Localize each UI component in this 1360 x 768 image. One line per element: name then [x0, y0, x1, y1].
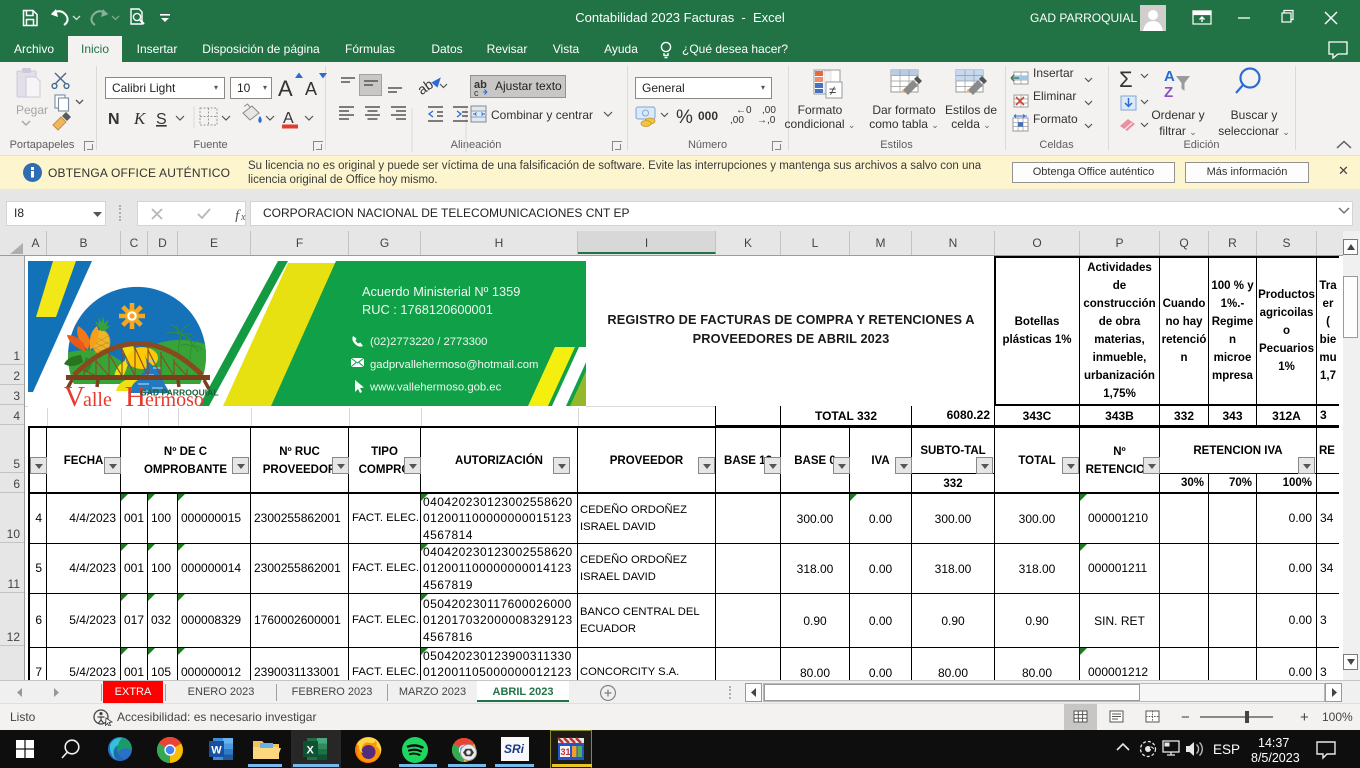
svg-text:(02)2773220 / 2773300: (02)2773220 / 2773300: [370, 336, 487, 348]
svg-text:≠: ≠: [829, 83, 836, 98]
svg-text:GAD PARROQUIAL: GAD PARROQUIAL: [140, 388, 219, 398]
svg-text:K: K: [133, 109, 147, 128]
svg-text:W: W: [211, 745, 222, 757]
svg-text:SRi: SRi: [504, 742, 525, 756]
svg-text:c: c: [474, 88, 479, 98]
svg-text:8/5/2023: 8/5/2023: [1251, 751, 1300, 765]
svg-text:→,0: →,0: [757, 115, 776, 126]
svg-text:ESP: ESP: [1213, 742, 1240, 757]
svg-text:A: A: [278, 76, 293, 101]
svg-text:S: S: [156, 111, 167, 128]
svg-text:gadprvallehermoso@hotmail.com: gadprvallehermoso@hotmail.com: [370, 359, 538, 371]
svg-text:alle: alle: [83, 389, 112, 408]
svg-text:14:37: 14:37: [1258, 736, 1289, 750]
svg-text:%: %: [676, 107, 693, 128]
svg-text:31: 31: [561, 747, 571, 757]
svg-text:,00: ,00: [730, 115, 744, 126]
svg-text:A: A: [305, 79, 317, 99]
svg-text:A: A: [1164, 68, 1175, 85]
svg-text:000: 000: [698, 109, 718, 123]
svg-text:V: V: [64, 381, 85, 408]
svg-text:ab: ab: [414, 76, 436, 98]
svg-text:x: x: [240, 212, 246, 222]
svg-text:Z: Z: [1164, 84, 1173, 101]
svg-text:A: A: [283, 110, 294, 127]
svg-text:www.vallehermoso.gob.ec: www.vallehermoso.gob.ec: [369, 382, 502, 394]
svg-text:Acuerdo Ministerial Nº 1359: Acuerdo Ministerial Nº 1359: [362, 284, 520, 299]
svg-text:N: N: [108, 111, 120, 128]
svg-text:RUC : 1768120600001: RUC : 1768120600001: [362, 302, 493, 317]
svg-text:X: X: [307, 745, 315, 757]
svg-text:Σ: Σ: [1119, 67, 1133, 92]
